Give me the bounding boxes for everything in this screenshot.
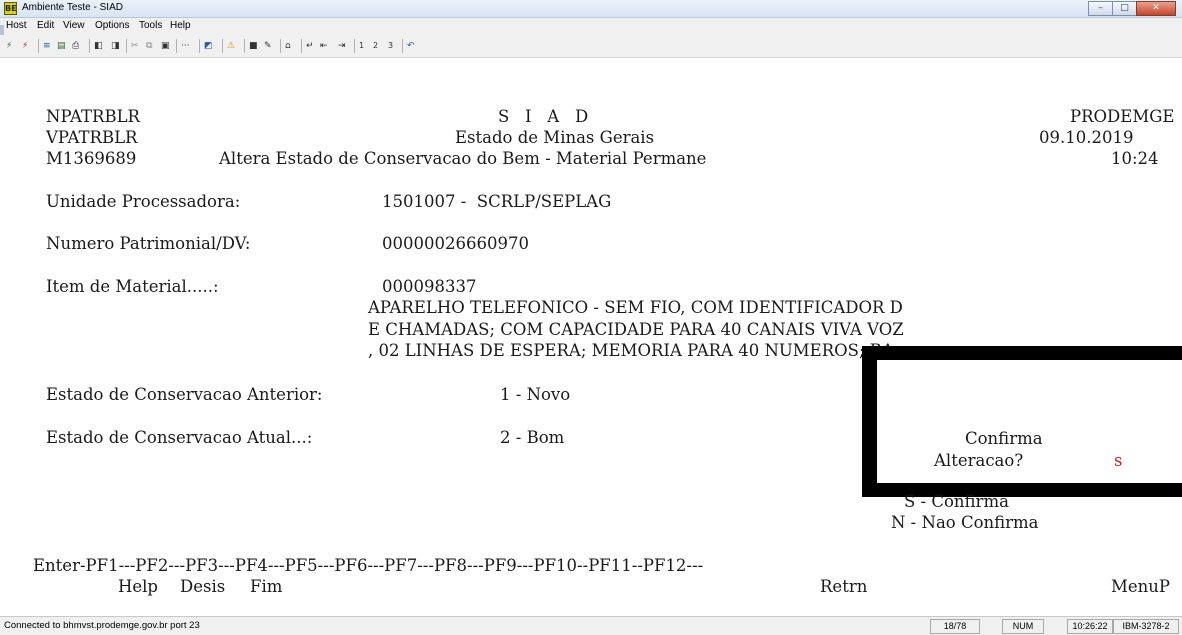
undo-icon[interactable]: ↶ <box>407 40 415 52</box>
item-label: Item de Material.....: <box>46 277 219 296</box>
unidade-label: Unidade Processadora: <box>46 192 241 211</box>
edge-mark <box>0 25 4 35</box>
state-name: Estado de Minas Gerais <box>455 128 655 147</box>
option-confirm: S - Confirma <box>904 492 1009 511</box>
pf3-fim[interactable]: Fim <box>250 577 282 597</box>
connection-status: Connected to bhmvst.prodemge.gov.br port… <box>4 620 200 631</box>
macro-icon[interactable]: ◩ <box>204 40 213 52</box>
time: 10:24 <box>1111 149 1159 168</box>
item-description-line: E CHAMADAS; COM CAPACIDADE PARA 40 CANAI… <box>368 320 904 339</box>
estado-atual-value: 2 - Bom <box>500 428 565 447</box>
cut-icon[interactable]: ✂ <box>131 40 139 52</box>
screen-subtitle: Altera Estado de Conservacao do Bem - Ma… <box>219 149 707 168</box>
edit-icon[interactable]: ✎ <box>264 40 272 52</box>
menu-edit[interactable]: Edit <box>37 20 54 31</box>
paste-icon[interactable]: ▣ <box>161 40 170 52</box>
session-alt-icon[interactable]: ◨ <box>111 40 120 52</box>
menu-tools[interactable]: Tools <box>139 20 162 31</box>
menu-options[interactable]: Options <box>95 20 129 31</box>
program-name-1: NPATRBLR <box>46 107 140 126</box>
option-no-confirm: N - Nao Confirma <box>891 513 1039 532</box>
terminal-type: IBM-3278-2 <box>1113 619 1179 634</box>
send-icon[interactable]: ≡ <box>43 40 51 52</box>
enter-icon[interactable]: ↵ <box>306 40 314 52</box>
menu-bar: Host Edit View Options Tools Help <box>0 18 1182 34</box>
program-name-2: VPATRBLR <box>46 128 138 147</box>
pf1-help[interactable]: Help <box>118 577 158 597</box>
menu-view[interactable]: View <box>63 20 85 31</box>
status-bar: Connected to bhmvst.prodemge.gov.br port… <box>0 616 1182 635</box>
disconnect-icon[interactable]: ⚡ <box>22 40 28 52</box>
maximize-button[interactable]: □ <box>1112 1 1137 16</box>
field-forward-icon[interactable]: ⇥ <box>338 40 346 52</box>
connect-icon[interactable]: ⚡ <box>6 40 12 52</box>
field-back-icon[interactable]: ⇤ <box>320 40 328 52</box>
pf1-icon[interactable]: 1 <box>359 40 364 52</box>
warning-icon[interactable]: ⚠ <box>227 40 235 52</box>
more-icon[interactable]: ··· <box>181 40 190 52</box>
dialog-title: Confirma <box>965 429 1043 448</box>
window-controls: – □ ✕ <box>1088 1 1176 17</box>
pf-key-line: Enter-PF1---PF2---PF3---PF4---PF5---PF6-… <box>33 556 704 575</box>
pf12-menup[interactable]: MenuP <box>1111 577 1170 597</box>
confirm-input[interactable]: s <box>1114 451 1122 471</box>
menu-host[interactable]: Host <box>6 20 27 31</box>
num-lock-indicator: NUM <box>1002 619 1044 634</box>
item-description-line: , 02 LINHAS DE ESPERA; MEMORIA PARA 40 N… <box>368 341 894 360</box>
minimize-button[interactable]: – <box>1088 1 1113 16</box>
session-icon[interactable]: ◧ <box>94 40 103 52</box>
receive-icon[interactable]: ▤ <box>57 40 66 52</box>
numero-value: 00000026660970 <box>382 234 529 253</box>
system-name: S I A D <box>498 107 589 126</box>
clock: 10:26:22 <box>1067 619 1113 634</box>
estado-anterior-value: 1 - Novo <box>500 385 571 404</box>
cursor-position: 18/78 <box>930 619 980 634</box>
estado-atual-label: Estado de Conservacao Atual...: <box>46 428 313 447</box>
copy-icon[interactable]: ⧉ <box>146 40 152 52</box>
organization: PRODEMGE <box>1070 107 1175 126</box>
app-icon: BE <box>4 2 17 15</box>
estado-anterior-label: Estado de Conservacao Anterior: <box>46 385 323 404</box>
menu-help[interactable]: Help <box>170 20 191 31</box>
toolbar: ⚡ ⚡ ≡ ▤ ⎙ ◧ ◨ ✂ ⧉ ▣ ··· ◩ ⚠ ■ ✎ ⌂ ↵ ⇤ ⇥ … <box>0 34 1182 58</box>
confirm-dialog <box>877 360 1182 483</box>
dialog-question: Alteracao? <box>934 451 1024 470</box>
user-id: M1369689 <box>46 149 137 168</box>
screen-icon[interactable]: ■ <box>249 40 258 52</box>
item-description-line: APARELHO TELEFONICO - SEM FIO, COM IDENT… <box>368 298 903 317</box>
pf2-desis[interactable]: Desis <box>180 577 225 597</box>
close-button[interactable]: ✕ <box>1136 1 1176 16</box>
unidade-value: 1501007 - SCRLP/SEPLAG <box>382 192 612 211</box>
title-bar: BE Ambiente Teste - SIAD – □ ✕ <box>0 0 1182 18</box>
date: 09.10.2019 <box>1039 128 1134 147</box>
numero-label: Numero Patrimonial/DV: <box>46 234 251 253</box>
item-code: 000098337 <box>382 277 477 296</box>
print-icon[interactable]: ⎙ <box>72 40 79 52</box>
window-title: Ambiente Teste - SIAD <box>22 2 123 13</box>
pf9-retrn[interactable]: Retrn <box>820 577 867 597</box>
home-icon[interactable]: ⌂ <box>285 40 291 52</box>
pf2-icon[interactable]: 2 <box>373 40 378 52</box>
pf3-icon[interactable]: 3 <box>388 40 393 52</box>
